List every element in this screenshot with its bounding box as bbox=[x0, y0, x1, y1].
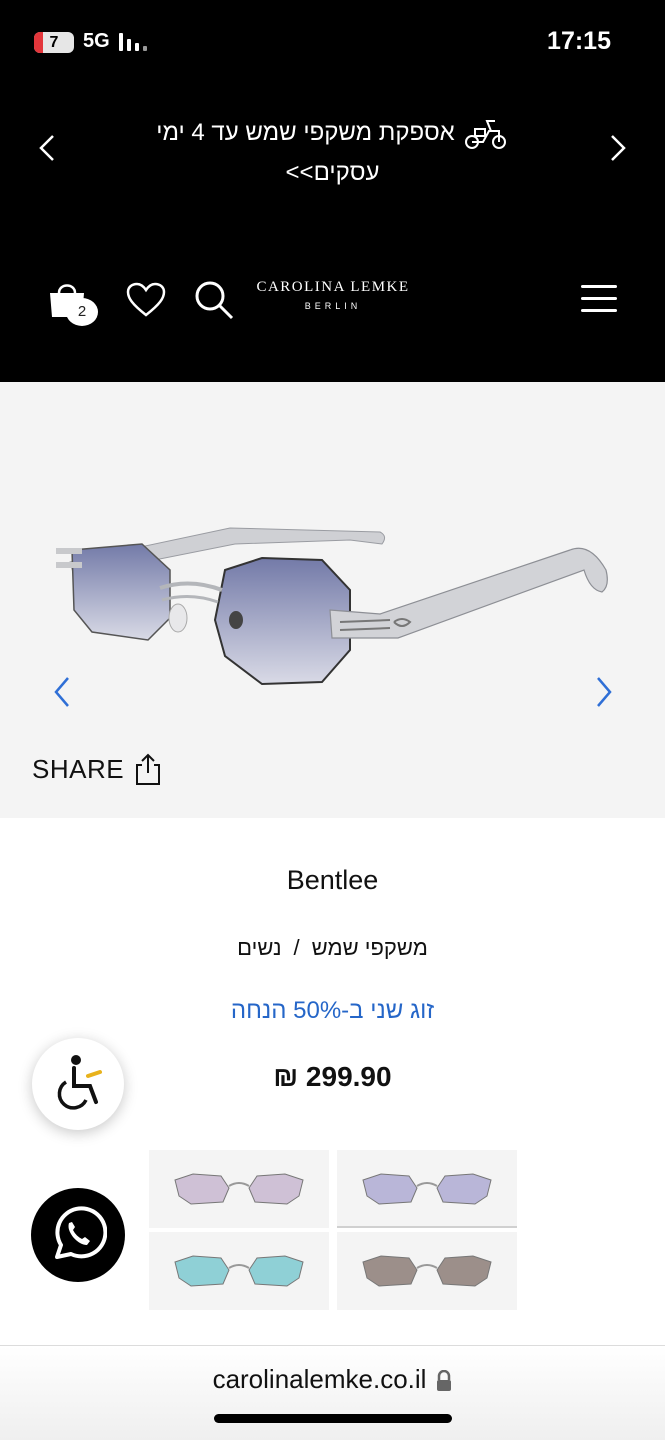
lock-icon bbox=[437, 1370, 452, 1392]
promo-next-icon[interactable] bbox=[604, 131, 632, 165]
cart-count-badge: 2 bbox=[66, 298, 98, 326]
breadcrumb-gender[interactable]: נשים bbox=[237, 935, 281, 960]
hamburger-menu-icon[interactable] bbox=[581, 285, 617, 313]
share-icon[interactable] bbox=[134, 752, 162, 786]
variant-thumb[interactable] bbox=[149, 1150, 329, 1228]
wheelchair-icon bbox=[57, 1055, 102, 1110]
battery-icon: 7 bbox=[34, 32, 74, 53]
url-field[interactable]: carolinalemke.co.il bbox=[0, 1364, 665, 1395]
scooter-icon bbox=[464, 119, 506, 149]
accessibility-button[interactable] bbox=[32, 1038, 124, 1130]
gallery-prev-icon[interactable] bbox=[50, 674, 76, 710]
color-variants bbox=[149, 1150, 517, 1312]
promo-text: אספקת משקפי שמש עד 4 ימי עסקים>> bbox=[156, 119, 455, 186]
url-text: carolinalemke.co.il bbox=[212, 1364, 427, 1394]
status-time: 17:15 bbox=[547, 27, 611, 55]
brand-city: BERLIN bbox=[304, 301, 362, 311]
breadcrumb-separator: / bbox=[293, 935, 300, 960]
wishlist-heart-icon[interactable] bbox=[126, 282, 166, 318]
product-gallery: SHARE bbox=[0, 382, 665, 818]
network-type: 5G bbox=[83, 30, 110, 52]
site-header: 7 5G 17:15 אספקת משקפי שמש עד 4 ימי עסקי… bbox=[0, 0, 665, 382]
breadcrumb-category[interactable]: משקפי שמש bbox=[312, 935, 428, 960]
variant-thumb[interactable] bbox=[337, 1232, 517, 1310]
gallery-next-icon[interactable] bbox=[590, 674, 616, 710]
product-name: Bentlee bbox=[286, 865, 379, 895]
browser-address-bar: carolinalemke.co.il bbox=[0, 1345, 665, 1440]
battery-level: 7 bbox=[49, 34, 59, 51]
search-icon[interactable] bbox=[193, 279, 235, 321]
product-image[interactable] bbox=[50, 510, 620, 720]
brand-logo[interactable]: CAROLINA LEMKE BERLIN bbox=[236, 279, 430, 311]
promo-offer-link[interactable]: זוג שני ב-50% הנחה bbox=[0, 997, 665, 1025]
whatsapp-button[interactable] bbox=[31, 1188, 125, 1282]
signal-icon bbox=[119, 33, 153, 51]
whatsapp-icon bbox=[55, 1206, 107, 1259]
share-label[interactable]: SHARE bbox=[32, 754, 124, 785]
home-indicator[interactable] bbox=[214, 1414, 452, 1423]
variant-glasses-image bbox=[362, 1173, 492, 1205]
variant-glasses-image bbox=[174, 1255, 304, 1287]
promo-banner[interactable]: אספקת משקפי שמש עד 4 ימי עסקים>> bbox=[110, 113, 555, 193]
status-bar: 7 5G 17:15 bbox=[0, 0, 665, 84]
brand-name: CAROLINA LEMKE bbox=[256, 279, 410, 295]
breadcrumb: משקפי שמש / נשים bbox=[0, 935, 665, 961]
variant-thumb[interactable] bbox=[149, 1232, 329, 1310]
variant-glasses-image bbox=[362, 1255, 492, 1287]
variant-glasses-image bbox=[174, 1173, 304, 1205]
promo-prev-icon[interactable] bbox=[33, 131, 61, 165]
variant-thumb[interactable] bbox=[337, 1150, 517, 1228]
